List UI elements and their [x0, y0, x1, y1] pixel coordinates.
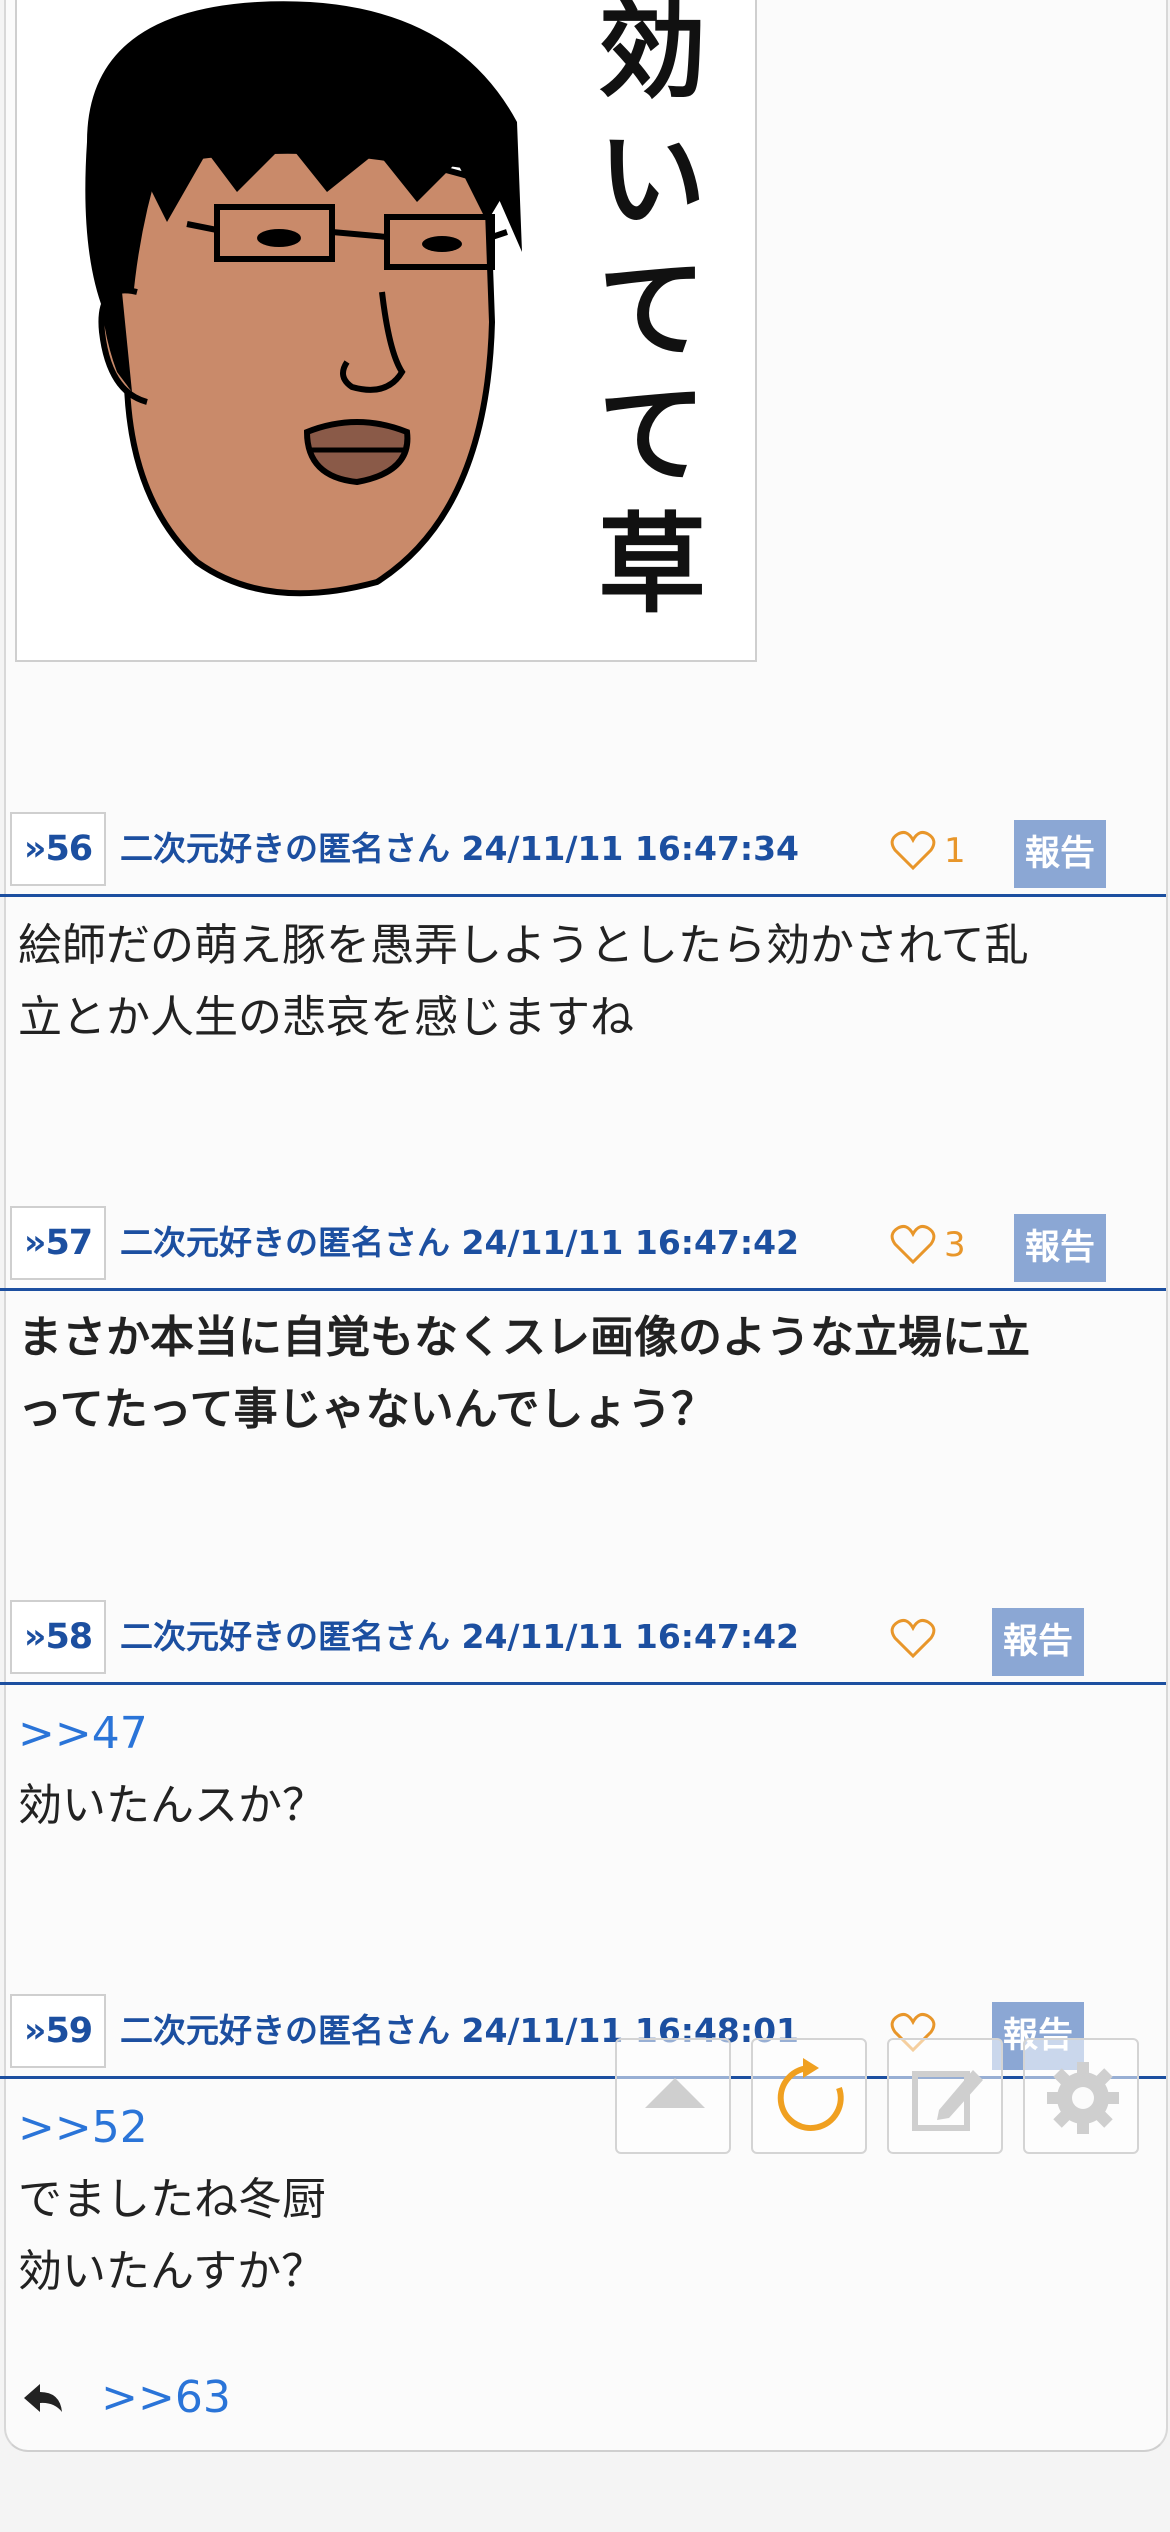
scroll-top-button[interactable] — [615, 2038, 731, 2154]
post-number-button[interactable]: »57 — [10, 1206, 106, 1280]
thread-image[interactable]: 効 い て て 草 — [15, 0, 757, 662]
reload-icon — [777, 2058, 844, 2131]
svg-text:草: 草 — [598, 503, 706, 628]
scroll-top-icon — [645, 2078, 705, 2108]
report-button[interactable]: 報告 — [992, 1608, 1084, 1676]
heart-icon — [890, 1224, 936, 1264]
compose-icon — [912, 2070, 983, 2131]
replies-row: >>63 — [20, 2360, 231, 2434]
gear-icon — [1047, 2062, 1119, 2134]
post-text-line: ってたって事じゃないんでしょう？ — [18, 1384, 716, 1435]
svg-text:い: い — [598, 118, 706, 243]
report-button[interactable]: 報告 — [1014, 1214, 1106, 1282]
like-button[interactable]: 1 — [890, 812, 966, 886]
like-count: 3 — [944, 1224, 966, 1265]
post-body-58: >>47 効いたんスか？ — [18, 1698, 1148, 1842]
heart-icon — [890, 1618, 936, 1658]
post-meta: 二次元好きの匿名さん 24/11/11 16:47:34 — [120, 829, 800, 868]
post-header-56: »56 二次元好きの匿名さん 24/11/11 16:47:34 1 報告 — [0, 812, 1166, 897]
post-text-line: 効いたんすか？ — [18, 2246, 326, 2297]
settings-button[interactable] — [1023, 2038, 1139, 2154]
post-text-line: 立とか人生の悲哀を感じますね — [18, 992, 634, 1043]
reply-anchor-link[interactable]: >>47 — [18, 1698, 1148, 1770]
post-header-57: »57 二次元好きの匿名さん 24/11/11 16:47:42 3 報告 — [0, 1206, 1166, 1291]
svg-text:て: て — [598, 373, 706, 498]
post-header-58: »58 二次元好きの匿名さん 24/11/11 16:47:42 報告 — [0, 1600, 1166, 1685]
post-text-line: 効いたんスか？ — [18, 1780, 326, 1831]
svg-text:効: 効 — [598, 0, 706, 113]
reply-arrow-icon — [24, 2383, 62, 2412]
heart-icon — [890, 830, 936, 870]
post-body-57: まさか本当に自覚もなくスレ画像のような立場に立 ってたって事じゃないんでしょう？ — [18, 1302, 1148, 1446]
compose-button[interactable] — [887, 2038, 1003, 2154]
post-number-button[interactable]: »59 — [10, 1994, 106, 2068]
post-text-line: 絵師だの萌え豚を愚弄しようとしたら効かされて乱 — [18, 920, 1029, 971]
reply-anchor-link[interactable]: >>63 — [101, 2372, 231, 2423]
post-body-56: 絵師だの萌え豚を愚弄しようとしたら効かされて乱 立とか人生の悲哀を感じますね — [18, 910, 1148, 1054]
post-meta: 二次元好きの匿名さん 24/11/11 16:47:42 — [120, 1223, 800, 1262]
svg-text:て: て — [598, 248, 706, 373]
post-number-button[interactable]: »56 — [10, 812, 106, 886]
like-button[interactable] — [890, 1600, 944, 1674]
report-button[interactable]: 報告 — [1014, 820, 1106, 888]
post-meta: 二次元好きの匿名さん 24/11/11 16:47:42 — [120, 1617, 800, 1656]
like-count: 1 — [944, 830, 966, 871]
post-text-line: まさか本当に自覚もなくスレ画像のような立場に立 — [18, 1312, 1030, 1363]
like-button[interactable]: 3 — [890, 1206, 966, 1280]
reload-button[interactable] — [751, 2038, 867, 2154]
post-number-button[interactable]: »58 — [10, 1600, 106, 1674]
post-text-line: でましたね冬厨 — [18, 2174, 326, 2225]
